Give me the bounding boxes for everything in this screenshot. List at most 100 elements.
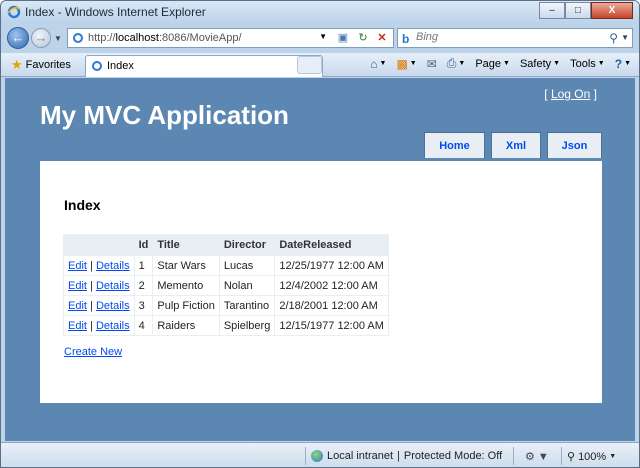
details-link[interactable]: Details xyxy=(96,280,130,292)
compatibility-view-icon[interactable]: ▣ xyxy=(335,32,351,45)
edit-link[interactable]: Edit xyxy=(68,300,87,312)
mail-icon: ✉ xyxy=(426,56,437,71)
chevron-down-icon: ▼ xyxy=(409,60,417,67)
address-dropdown-icon[interactable]: ▼ xyxy=(319,32,327,41)
column-header-actions xyxy=(63,234,135,256)
back-button[interactable]: ← xyxy=(7,27,29,49)
row-actions: Edit | Details xyxy=(63,315,135,336)
page-menu-label: Page xyxy=(475,57,502,70)
tools-menu[interactable]: Tools ▼ xyxy=(570,58,605,70)
command-bar: ★ Favorites Index ⌂ ▼ ▩ ▼ ✉ ⎙ ▼ Page ▼ Safet… xyxy=(1,53,639,77)
chevron-down-icon: ▼ xyxy=(458,60,466,67)
favorites-button[interactable]: ★ Favorites xyxy=(7,56,75,74)
close-window-button[interactable]: X xyxy=(591,2,633,19)
movies-table: Id Title Director DateReleased Edit | De… xyxy=(63,234,389,336)
search-options-dropdown-icon[interactable]: ▼ xyxy=(621,33,629,42)
column-header-title: Title xyxy=(152,234,220,256)
refresh-icon[interactable]: ↻ xyxy=(355,32,371,45)
url-text[interactable]: http://localhost:8086/MovieApp/ xyxy=(88,32,242,44)
web-page: [ Log On ] My MVC Application Home Xml J… xyxy=(5,78,635,441)
cell-id: 2 xyxy=(133,275,154,296)
cell-id: 3 xyxy=(133,295,154,316)
table-row: Edit | Details 2 Memento Nolan 12/4/2002… xyxy=(63,275,389,296)
search-box[interactable]: b ⚲ ▼ xyxy=(397,28,633,48)
page-settings-icon[interactable]: ⚙ ▼ xyxy=(525,450,549,463)
cell-title: Raiders xyxy=(152,315,220,336)
table-row: Edit | Details 3 Pulp Fiction Tarantino … xyxy=(63,295,389,316)
menu-json[interactable]: Json xyxy=(547,132,602,158)
tab-page-icon xyxy=(92,61,102,71)
search-icon[interactable]: ⚲ xyxy=(609,31,618,45)
tab-index[interactable]: Index xyxy=(85,55,323,77)
cell-date-released: 12/4/2002 12:00 AM xyxy=(274,275,389,296)
home-command[interactable]: ⌂ ▼ xyxy=(370,57,386,71)
new-tab-button[interactable] xyxy=(297,56,322,74)
bing-icon: b xyxy=(402,32,410,46)
row-actions: Edit | Details xyxy=(63,275,135,296)
details-link[interactable]: Details xyxy=(96,300,130,312)
mail-command[interactable]: ✉ xyxy=(427,57,437,71)
window-title: Index - Windows Internet Explorer xyxy=(25,5,206,19)
column-header-director: Director xyxy=(218,234,276,256)
page-icon xyxy=(73,33,83,43)
status-divider xyxy=(513,447,514,465)
help-icon: ? xyxy=(614,56,623,71)
cell-title: Pulp Fiction xyxy=(152,295,220,316)
cell-director: Lucas xyxy=(218,255,276,276)
title-bar: Index - Windows Internet Explorer – □ X xyxy=(1,1,639,23)
column-header-id: Id xyxy=(133,234,154,256)
feeds-command[interactable]: ▩ ▼ xyxy=(396,57,416,71)
table-header-row: Id Title Director DateReleased xyxy=(63,234,389,256)
search-input[interactable] xyxy=(416,31,586,43)
details-link[interactable]: Details xyxy=(96,260,130,272)
cell-id: 1 xyxy=(133,255,154,276)
menu-xml[interactable]: Xml xyxy=(491,132,541,158)
page-title: Index xyxy=(64,197,101,213)
row-actions: Edit | Details xyxy=(63,255,135,276)
edit-link[interactable]: Edit xyxy=(68,320,87,332)
safety-menu[interactable]: Safety ▼ xyxy=(520,58,560,70)
minimize-button[interactable]: – xyxy=(539,2,565,19)
ie-logo-icon xyxy=(7,5,21,19)
tab-label: Index xyxy=(107,60,134,72)
menu-home[interactable]: Home xyxy=(424,132,485,158)
zoom-control[interactable]: ⚲ 100% ▼ xyxy=(567,450,617,464)
stop-icon[interactable]: ✕ xyxy=(374,32,390,45)
details-link[interactable]: Details xyxy=(96,320,130,332)
main-menu: Home Xml Json xyxy=(424,132,602,158)
zoom-icon: ⚲ xyxy=(567,451,576,463)
help-menu[interactable]: ? ▼ xyxy=(615,57,631,71)
tools-menu-label: Tools xyxy=(570,57,596,70)
cell-director: Tarantino xyxy=(218,295,276,316)
favorites-label: Favorites xyxy=(25,59,71,71)
recent-pages-dropdown-icon[interactable]: ▼ xyxy=(54,34,62,43)
main-content: Index Id Title Director DateReleased Edi… xyxy=(40,161,602,403)
table-row: Edit | Details 4 Raiders Spielberg 12/15… xyxy=(63,315,389,336)
forward-button[interactable]: → xyxy=(31,28,51,48)
zone-label: Local intranet xyxy=(327,450,394,462)
page-menu[interactable]: Page ▼ xyxy=(475,58,510,70)
edit-link[interactable]: Edit xyxy=(68,260,87,272)
maximize-button[interactable]: □ xyxy=(565,2,591,19)
cell-title: Memento xyxy=(152,275,220,296)
column-header-date-released: DateReleased xyxy=(274,234,389,256)
intranet-globe-icon xyxy=(311,450,323,462)
edit-link[interactable]: Edit xyxy=(68,280,87,292)
login-display: [ Log On ] xyxy=(544,87,597,101)
address-bar[interactable]: http://localhost:8086/MovieApp/ ▼ ▣ ↻ ✕ xyxy=(67,28,394,48)
chevron-down-icon: ▼ xyxy=(609,453,617,460)
status-divider xyxy=(305,447,306,465)
zoom-level: 100% xyxy=(578,450,607,463)
cell-director: Nolan xyxy=(218,275,276,296)
print-icon: ⎙ xyxy=(446,56,457,70)
cell-director: Spielberg xyxy=(218,315,276,336)
log-on-link[interactable]: Log On xyxy=(551,87,590,101)
address-row: ← → ▼ http://localhost:8086/MovieApp/ ▼ … xyxy=(1,23,639,53)
home-icon: ⌂ xyxy=(370,56,378,71)
create-new-link[interactable]: Create New xyxy=(64,346,122,358)
cell-id: 4 xyxy=(133,315,154,336)
print-command[interactable]: ⎙ ▼ xyxy=(447,56,466,71)
chevron-down-icon: ▼ xyxy=(379,60,387,67)
star-icon: ★ xyxy=(11,57,23,72)
security-zone[interactable]: Local intranet | Protected Mode: Off xyxy=(311,450,502,462)
